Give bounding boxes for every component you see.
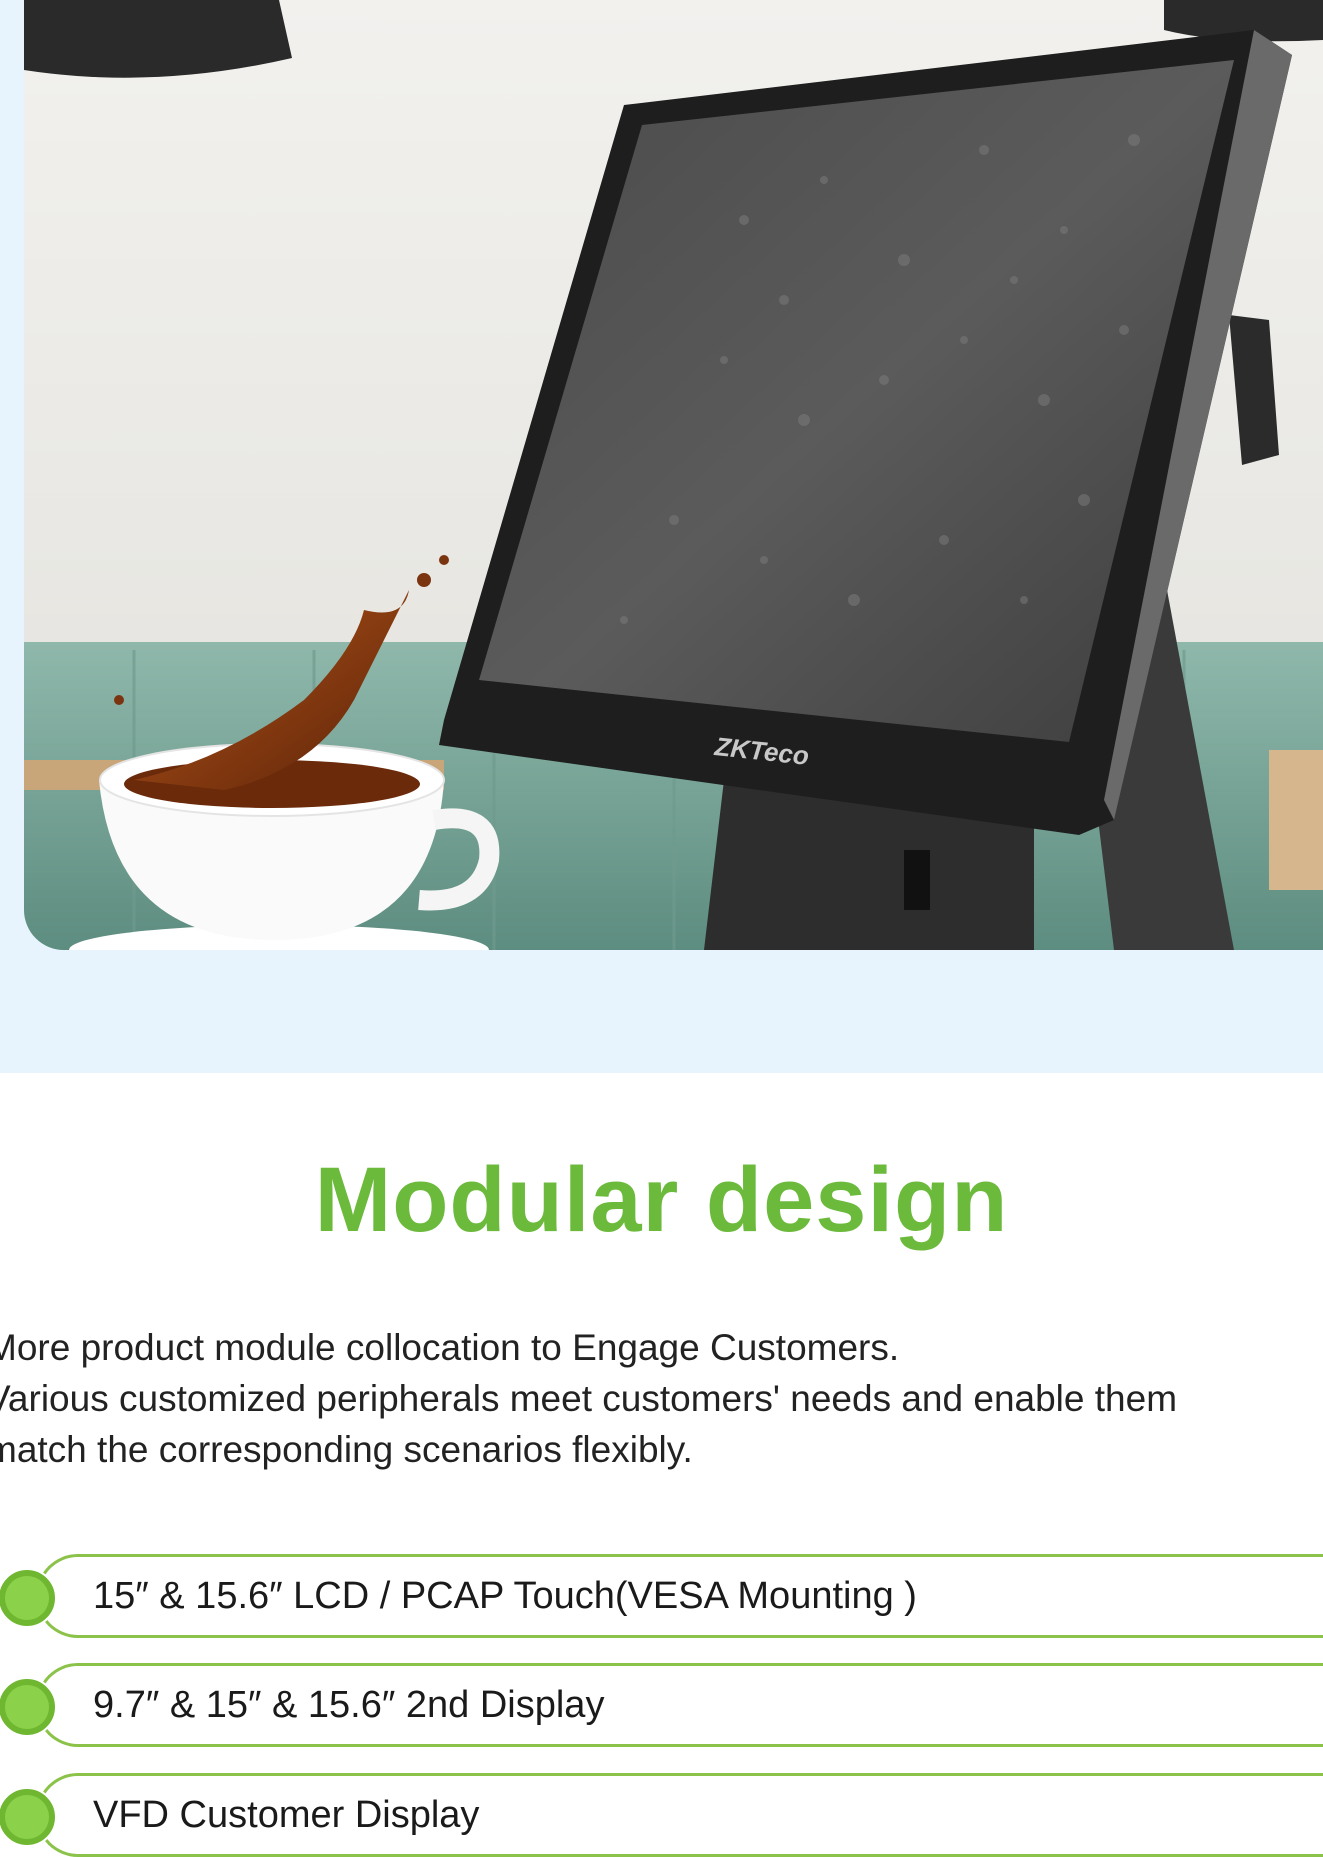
intro-line: Various customized peripherals meet cust… (0, 1378, 1178, 1419)
pos-terminal-illustration: ZKTeco (24, 0, 1323, 950)
feature-item-2nd-display: 9.7″ & 15″ & 15.6″ 2nd Display (0, 1663, 1323, 1747)
feature-label: 15″ & 15.6″ LCD / PCAP Touch(VESA Mounti… (93, 1575, 917, 1617)
intro-paragraph: More product module collocation to Engag… (0, 1322, 1323, 1475)
feature-item-vfd-display: VFD Customer Display (0, 1773, 1323, 1857)
feature-label: VFD Customer Display (93, 1794, 480, 1836)
green-bullet-icon (0, 1677, 57, 1737)
hero-product-photo: ZKTeco (24, 0, 1323, 950)
green-bullet-icon (0, 1787, 57, 1847)
green-bullet-icon (0, 1568, 57, 1628)
intro-line: More product module collocation to Engag… (0, 1327, 900, 1368)
feature-label: 9.7″ & 15″ & 15.6″ 2nd Display (93, 1684, 605, 1726)
feature-item-lcd-touch: 15″ & 15.6″ LCD / PCAP Touch(VESA Mounti… (0, 1554, 1323, 1638)
intro-line: match the corresponding scenarios flexib… (0, 1429, 693, 1470)
section-title: Modular design (314, 1149, 1009, 1251)
